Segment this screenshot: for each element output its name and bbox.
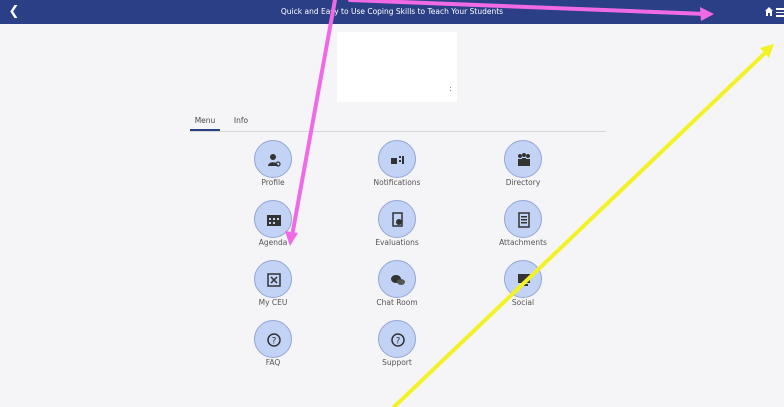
menu-tile-label: Profile: [261, 178, 285, 187]
menu-grid: Profile Notifications Directory Agenda E…: [190, 140, 606, 380]
menu-tile-notifications[interactable]: Notifications: [342, 140, 452, 192]
attachments-icon: [504, 200, 542, 238]
svg-text:?: ?: [396, 337, 401, 347]
menu-tile-label: Evaluations: [375, 238, 419, 247]
tab-info[interactable]: Info: [230, 114, 252, 131]
hamburger-menu-icon[interactable]: [776, 8, 784, 17]
social-icon: [504, 260, 542, 298]
menu-tile-label: Directory: [505, 178, 541, 187]
agenda-calendar-icon: [254, 200, 292, 238]
menu-tile-label: Chat Room: [376, 298, 418, 307]
menu-tile-label: Social: [511, 298, 535, 307]
menu-tile-agenda[interactable]: Agenda: [218, 200, 328, 252]
chat-bubbles-icon: [378, 260, 416, 298]
menu-tile-label: FAQ: [265, 358, 281, 367]
profile-search-icon: [254, 140, 292, 178]
menu-tile-faq[interactable]: ? FAQ: [218, 320, 328, 372]
directory-people-icon: [504, 140, 542, 178]
support-question-icon: ?: [378, 320, 416, 358]
menu-tile-directory[interactable]: Directory: [468, 140, 578, 192]
evaluations-icon: [378, 200, 416, 238]
menu-tile-attachments[interactable]: Attachments: [468, 200, 578, 252]
menu-tile-label: Notifications: [373, 178, 421, 187]
tab-bar: Menu Info: [190, 114, 606, 132]
ceu-certificate-icon: [254, 260, 292, 298]
home-icon[interactable]: [764, 6, 774, 18]
menu-tile-social[interactable]: Social: [468, 260, 578, 312]
svg-text:?: ?: [272, 337, 277, 347]
menu-tile-evaluations[interactable]: Evaluations: [342, 200, 452, 252]
logo-mark: :: [449, 84, 452, 93]
menu-tile-my-ceu[interactable]: My CEU: [218, 260, 328, 312]
page-title: Quick and Easy to Use Coping Skills to T…: [280, 7, 504, 16]
menu-tile-profile[interactable]: Profile: [218, 140, 328, 192]
event-logo: :: [337, 32, 457, 102]
menu-tile-label: My CEU: [258, 298, 288, 307]
menu-tile-label: Attachments: [499, 238, 547, 247]
tab-menu[interactable]: Menu: [190, 114, 220, 131]
menu-tile-label: Support: [382, 358, 412, 367]
menu-tile-chat-room[interactable]: Chat Room: [342, 260, 452, 312]
top-navigation-bar: ❮ Quick and Easy to Use Coping Skills to…: [0, 0, 784, 24]
notifications-icon: [378, 140, 416, 178]
menu-tile-support[interactable]: ? Support: [342, 320, 452, 372]
faq-question-icon: ?: [254, 320, 292, 358]
menu-tile-label: Agenda: [258, 238, 288, 247]
